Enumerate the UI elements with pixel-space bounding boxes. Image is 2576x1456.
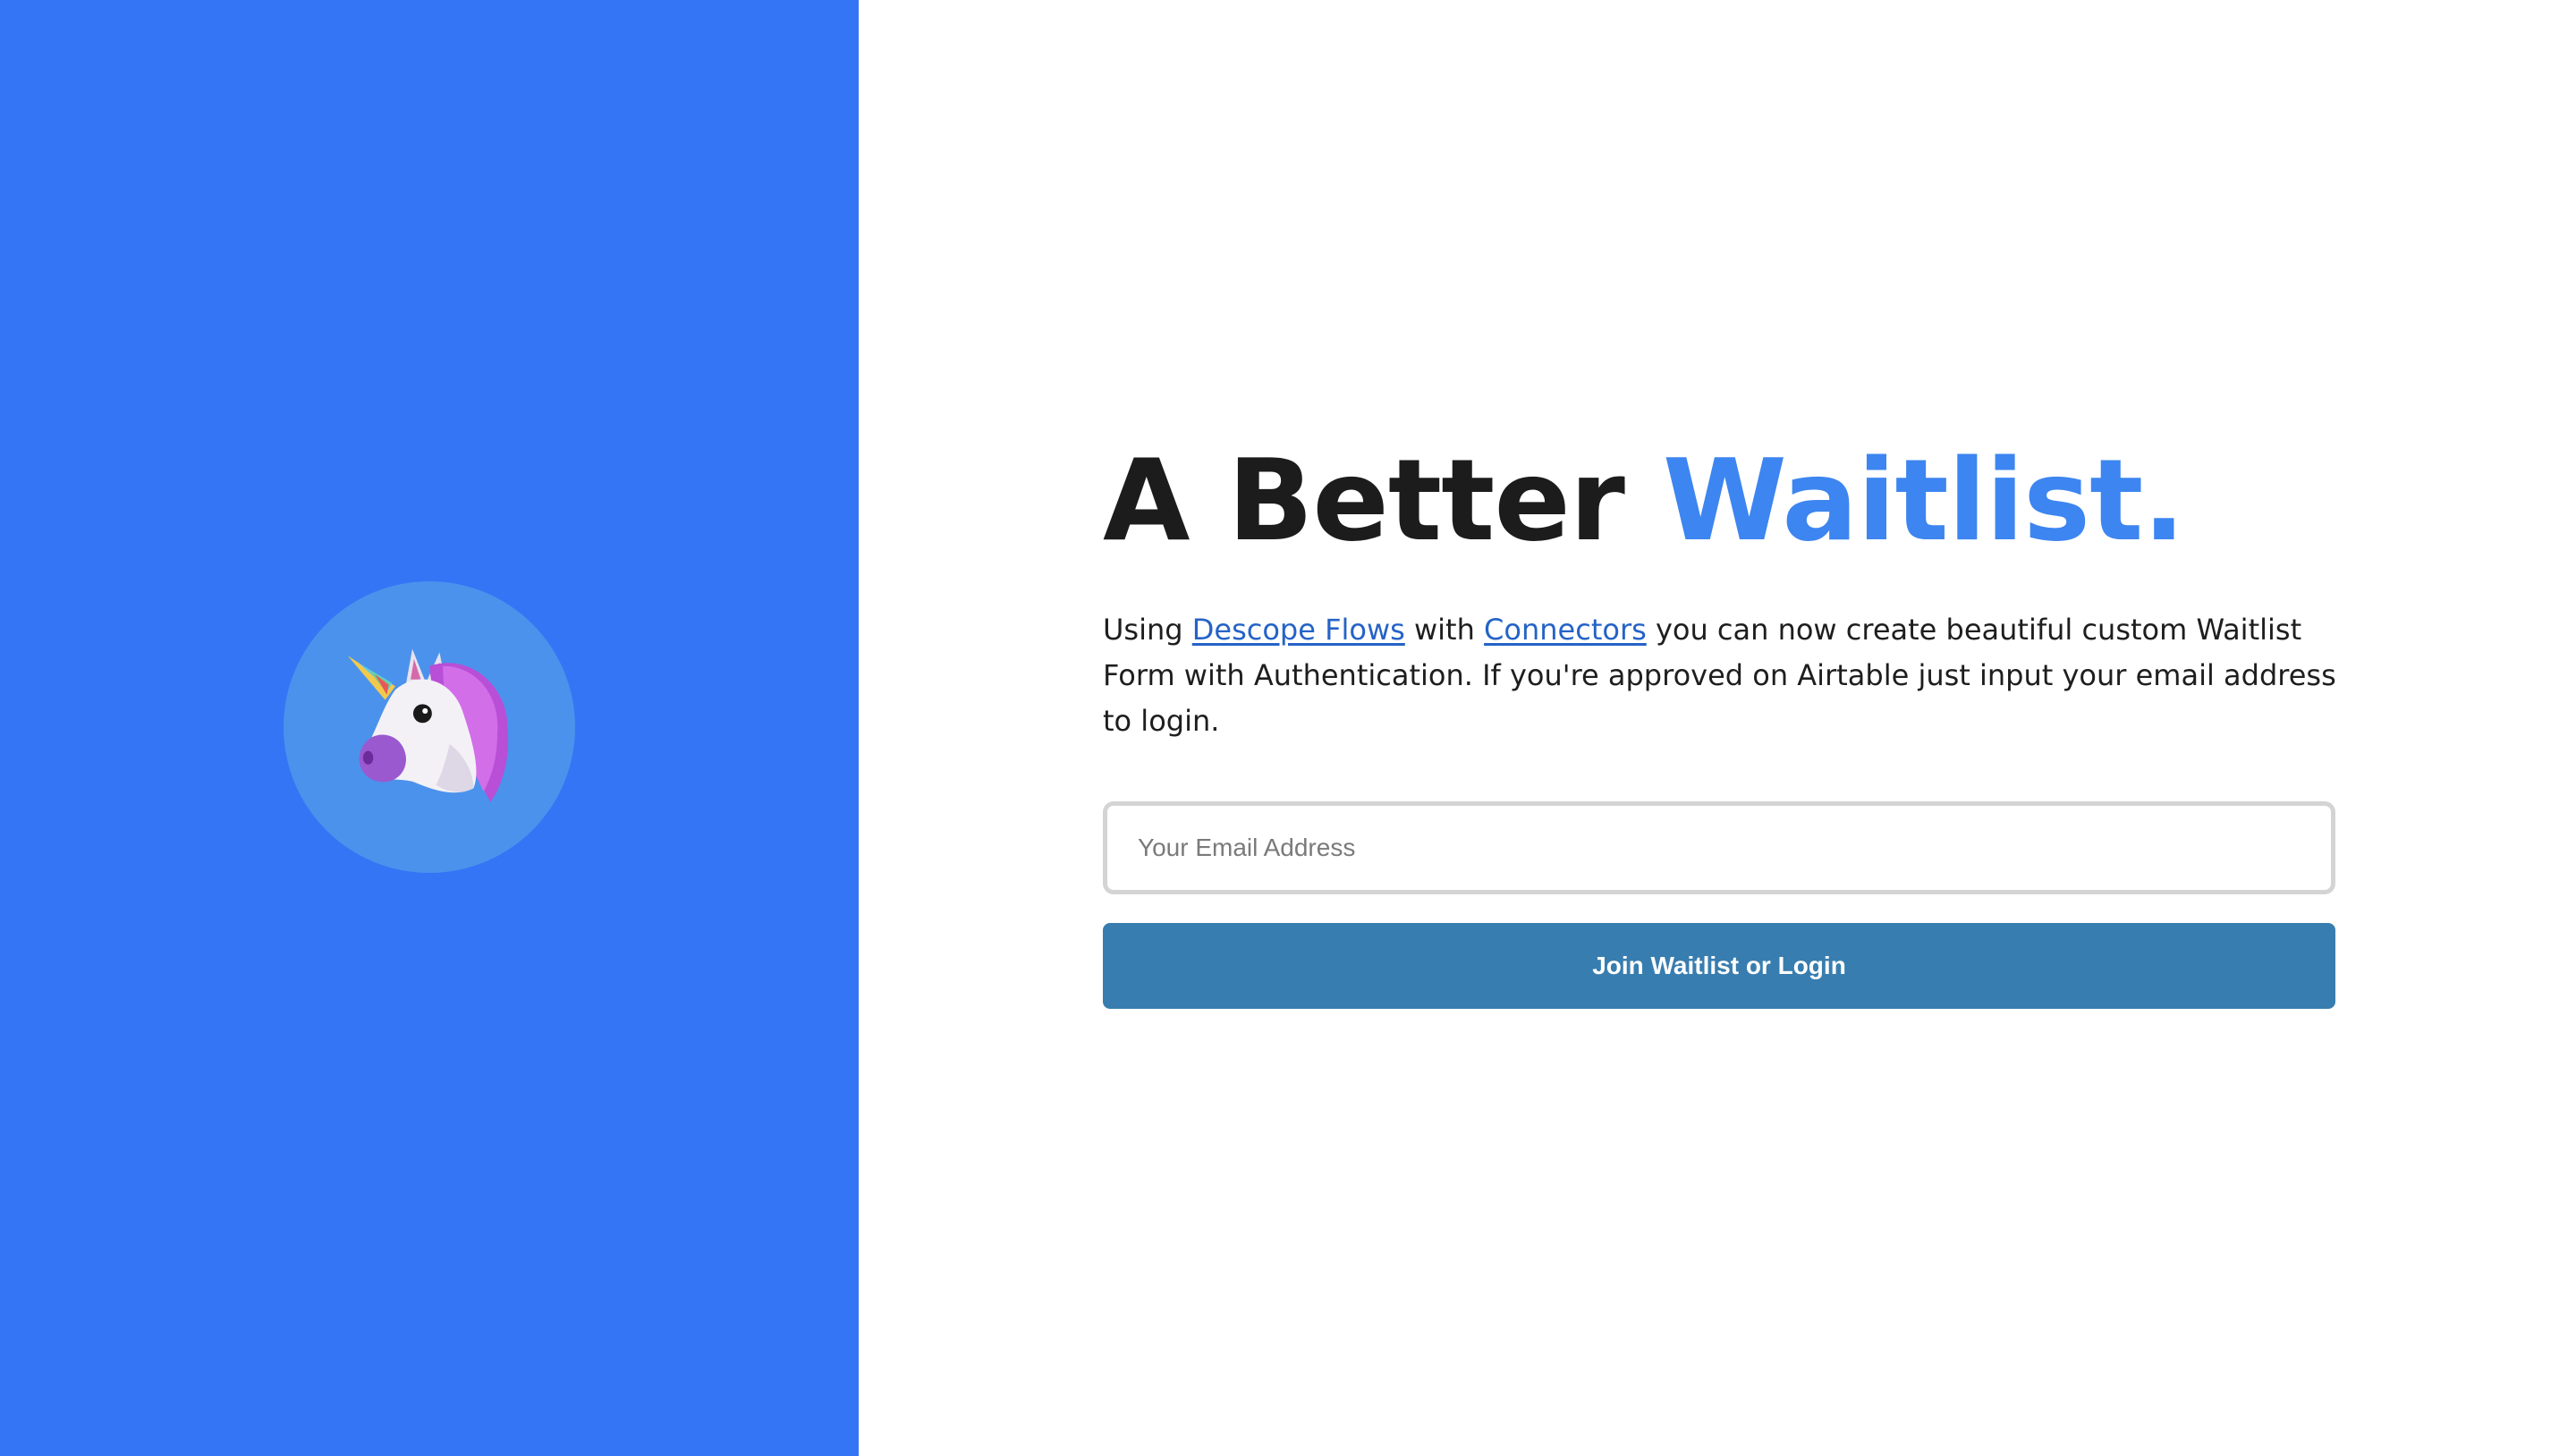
unicorn-icon	[347, 648, 509, 802]
connectors-link[interactable]: Connectors	[1484, 613, 1647, 647]
avatar	[284, 581, 575, 873]
page-title: A Better Waitlist.	[1103, 434, 2335, 568]
description-text-2: with	[1404, 613, 1485, 647]
page-title-accent: Waitlist.	[1662, 435, 2185, 566]
join-waitlist-button[interactable]: Join Waitlist or Login	[1103, 923, 2335, 1009]
descope-flows-link[interactable]: Descope Flows	[1192, 613, 1405, 647]
page-title-plain: A Better	[1103, 435, 1663, 566]
waitlist-page: A Better Waitlist. Using Descope Flows w…	[0, 0, 2576, 1456]
waitlist-form-section: A Better Waitlist. Using Descope Flows w…	[1103, 434, 2336, 1009]
main-panel: A Better Waitlist. Using Descope Flows w…	[859, 0, 2576, 1456]
description-text-1: Using	[1103, 613, 1192, 647]
hero-panel	[0, 0, 859, 1456]
page-description: Using Descope Flows with Connectors you …	[1103, 607, 2355, 744]
email-field[interactable]	[1103, 801, 2335, 894]
